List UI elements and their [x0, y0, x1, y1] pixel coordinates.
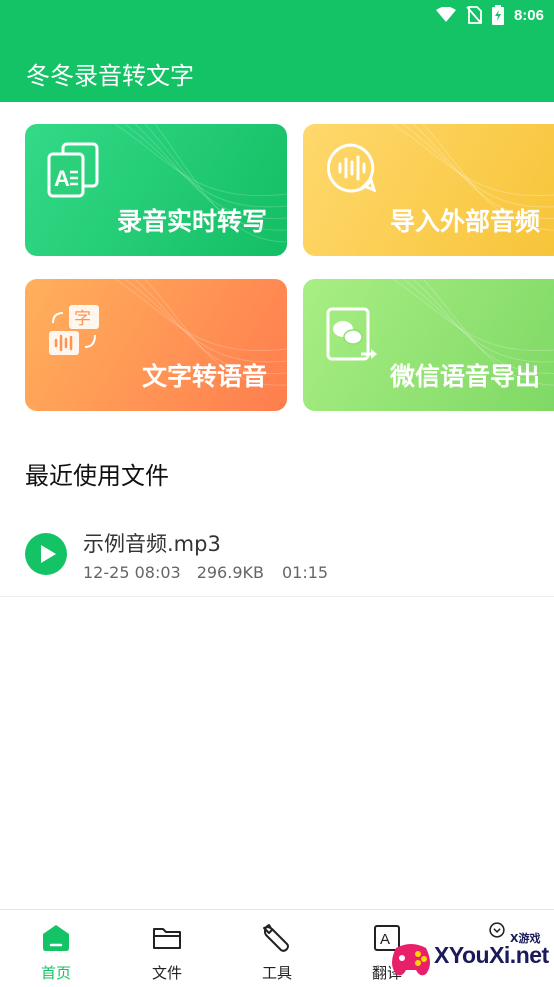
text-document-icon: A — [47, 142, 99, 198]
nav-item-files[interactable]: 文件 — [132, 910, 202, 987]
card-label: 导入外部音频 — [390, 207, 541, 236]
no-sim-icon — [466, 6, 482, 24]
watermark: X游戏 XYouXi.net — [382, 926, 554, 986]
app-header: 8:06 冬冬录音转文字 — [0, 0, 554, 102]
play-icon — [41, 545, 56, 563]
nav-item-home[interactable]: 首页 — [21, 910, 91, 987]
wrench-icon — [263, 924, 289, 952]
home-icon — [43, 925, 69, 951]
card-label: 录音实时转写 — [116, 207, 267, 236]
app-title: 冬冬录音转文字 — [26, 62, 194, 90]
file-date: 12-25 08:03 — [83, 563, 181, 582]
record-transcribe-card[interactable]: A 录音实时转写 — [25, 124, 287, 256]
voice-bubble-icon — [326, 143, 377, 193]
wifi-icon — [435, 7, 456, 22]
recent-files-title: 最近使用文件 — [25, 462, 169, 490]
folder-icon — [153, 928, 181, 949]
svg-text:字: 字 — [74, 309, 91, 329]
recent-file-item[interactable]: 示例音频.mp3 12-25 08:03 296.9KB 01:15 — [0, 516, 554, 597]
card-label: 微信语音导出 — [390, 362, 541, 391]
import-audio-card[interactable]: 导入外部音频 — [303, 124, 554, 256]
file-meta: 12-25 08:03 296.9KB 01:15 — [83, 563, 328, 582]
watermark-text: XYouXi.net — [434, 942, 549, 968]
nav-label: 文件 — [151, 964, 182, 982]
nav-item-tools[interactable]: 工具 — [242, 910, 312, 987]
text-to-speech-card[interactable]: 字 文字转语音 — [25, 279, 287, 411]
status-bar: 8:06 — [435, 0, 554, 30]
nav-label: 工具 — [261, 964, 292, 982]
file-duration: 01:15 — [281, 563, 329, 582]
file-name: 示例音频.mp3 — [83, 532, 221, 556]
wechat-export-icon — [326, 307, 377, 361]
gamepad-logo-icon — [392, 944, 430, 976]
file-size: 296.9KB — [196, 563, 264, 582]
status-time: 8:06 — [513, 6, 544, 24]
svg-text:A: A — [54, 166, 70, 191]
battery-icon — [491, 5, 504, 25]
nav-label: 首页 — [40, 964, 71, 982]
card-label: 文字转语音 — [141, 362, 267, 391]
play-button[interactable] — [25, 533, 67, 575]
text-to-speech-icon: 字 — [49, 305, 99, 355]
wechat-export-card[interactable]: 微信语音导出 — [303, 279, 554, 411]
